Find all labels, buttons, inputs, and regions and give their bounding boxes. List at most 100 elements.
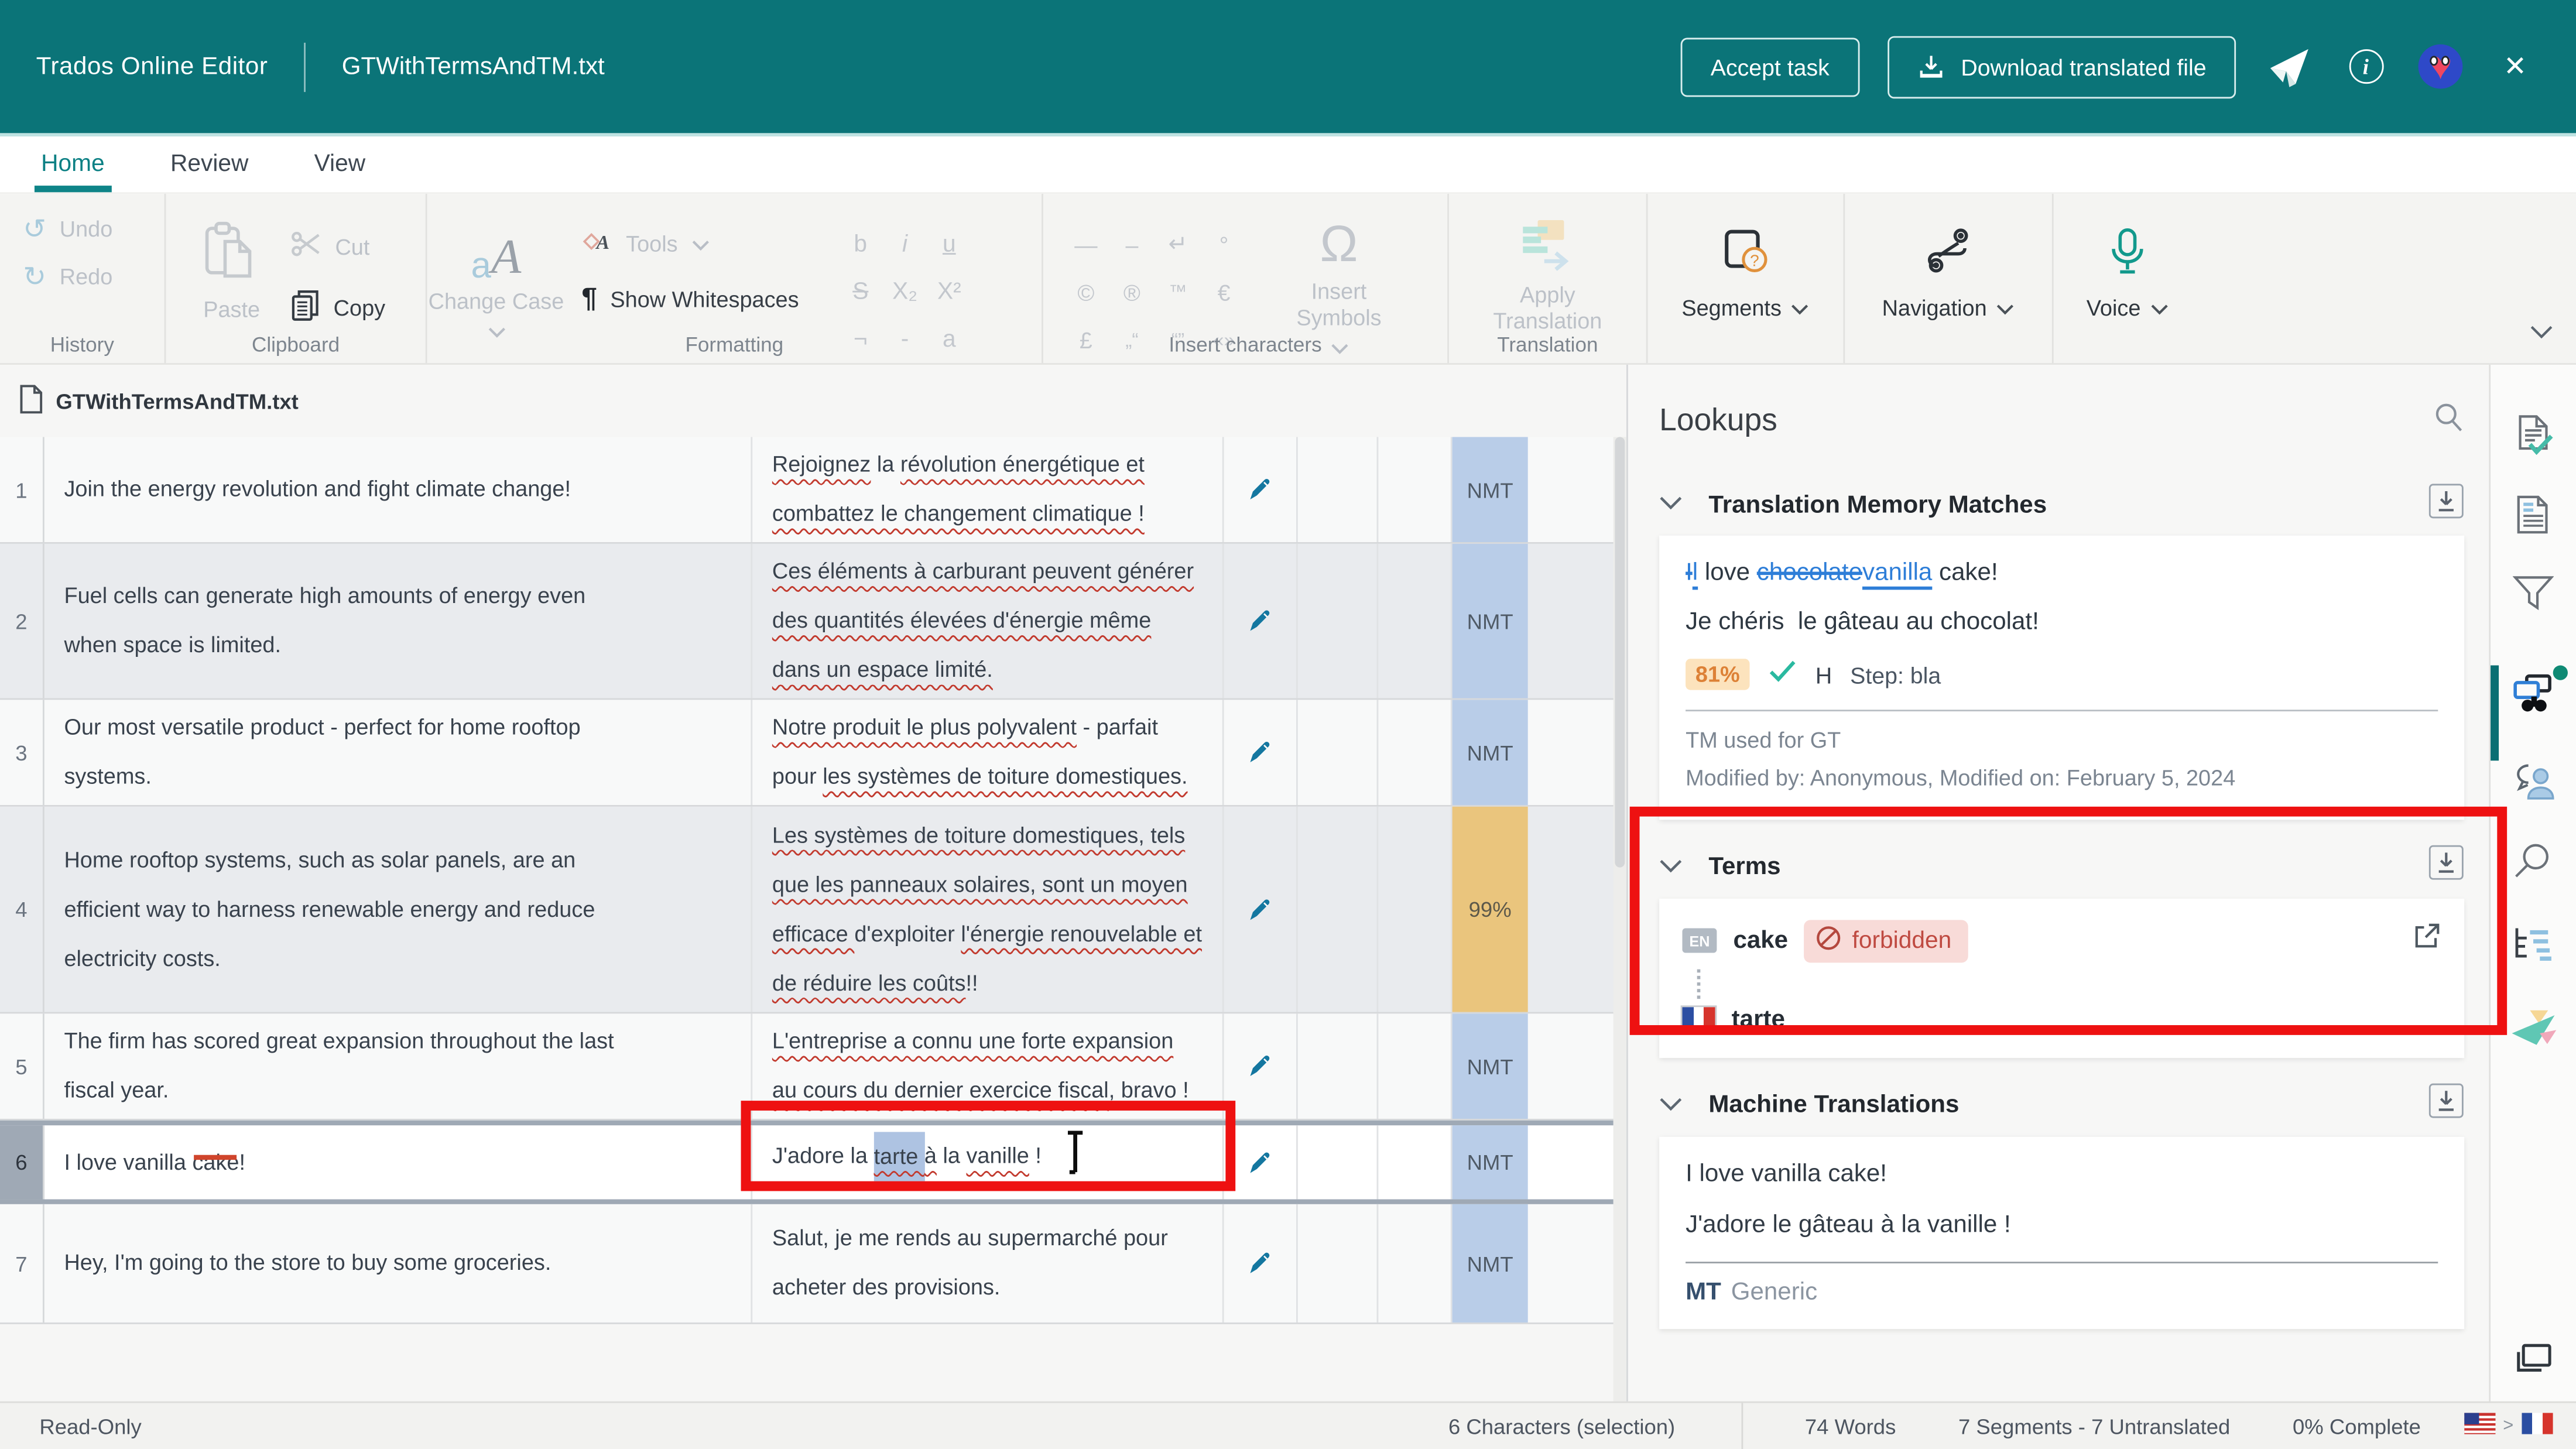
segment-text: Fuel cells can generate high amounts of … bbox=[64, 583, 585, 657]
italic-button: i bbox=[883, 220, 927, 268]
info-icon[interactable]: i bbox=[2341, 42, 2390, 91]
open-file-title: GTWithTermsAndTM.txt bbox=[342, 53, 605, 81]
segment-number[interactable]: 7 bbox=[0, 1204, 44, 1323]
edit-segment-button[interactable] bbox=[1224, 1204, 1298, 1323]
download-translated-file-button[interactable]: Download translated file bbox=[1887, 35, 2236, 98]
segment-number[interactable]: 4 bbox=[0, 807, 44, 1012]
segment-text: la bbox=[871, 452, 900, 477]
svg-text:?: ? bbox=[1751, 252, 1760, 270]
vertical-scrollbar[interactable] bbox=[1614, 437, 1626, 1401]
share-paper-plane-icon[interactable] bbox=[2264, 42, 2313, 91]
target-cell[interactable]: Salut, je me rends au supermarché pour a… bbox=[752, 1204, 1224, 1323]
edit-segment-button[interactable] bbox=[1224, 437, 1298, 542]
chevron-down-icon[interactable] bbox=[1659, 1091, 1682, 1121]
collapse-ribbon-chevron[interactable] bbox=[2530, 317, 2553, 347]
source-cell[interactable]: I love vanilla cake! bbox=[44, 1125, 752, 1199]
user-avatar[interactable]: ♥ bbox=[2419, 44, 2463, 89]
lookups-panel: Lookups Translation Memory Matches Il lo… bbox=[1628, 365, 2489, 1402]
document-structure-icon[interactable] bbox=[2510, 925, 2557, 972]
segment-row-2[interactable]: 2 Fuel cells can generate high amounts of… bbox=[0, 544, 1615, 700]
target-cell[interactable]: Notre produit le plus polyvalent - parfa… bbox=[752, 700, 1224, 805]
scrollbar-thumb[interactable] bbox=[1615, 437, 1625, 867]
open-termbase-icon[interactable] bbox=[2411, 922, 2441, 960]
tab-view[interactable]: View bbox=[314, 136, 365, 192]
tm-section-header[interactable]: Translation Memory Matches bbox=[1659, 481, 2464, 527]
segment-number[interactable]: 3 bbox=[0, 700, 44, 805]
source-cell[interactable]: Home rooftop systems, such as solar pane… bbox=[44, 807, 752, 1012]
edit-segment-button[interactable] bbox=[1224, 544, 1298, 698]
navigation-menu[interactable]: Navigation bbox=[1882, 227, 2015, 363]
file-name: GTWithTermsAndTM.txt bbox=[56, 389, 298, 414]
tools-menu: A Tools bbox=[581, 228, 799, 258]
group-label-clipboard: Clipboard bbox=[166, 334, 425, 357]
segment-number[interactable]: 6 bbox=[0, 1125, 44, 1199]
show-whitespaces-button[interactable]: ¶ Show Whitespaces bbox=[581, 283, 799, 316]
insert-match-icon[interactable] bbox=[2428, 482, 2464, 527]
segment-row-1[interactable]: 1Join the energy revolution and fight cl… bbox=[0, 437, 1615, 543]
segment-row-5[interactable]: 5The firm has scored great expansion thr… bbox=[0, 1013, 1615, 1120]
segment-text: Home rooftop systems, such as solar pane… bbox=[64, 847, 595, 970]
source-cell[interactable]: Join the energy revolution and fight cli… bbox=[44, 437, 752, 542]
suggestions-paper-plane-icon[interactable] bbox=[2509, 1009, 2558, 1056]
match-step: Step: bla bbox=[1850, 661, 1941, 687]
edit-segment-button[interactable] bbox=[1224, 807, 1298, 1012]
edit-segment-button[interactable] bbox=[1224, 1013, 1298, 1119]
segment-number[interactable]: 5 bbox=[0, 1013, 44, 1119]
target-cell[interactable]: L'entreprise a connu une forte expansion… bbox=[752, 1013, 1224, 1119]
target-cell[interactable]: Ces éléments à carburant peuvent générer… bbox=[752, 544, 1224, 698]
svg-text:A: A bbox=[595, 232, 609, 253]
segment-row-4[interactable]: 4Home rooftop systems, such as solar pan… bbox=[0, 807, 1615, 1014]
file-icon bbox=[20, 385, 43, 419]
target-cell[interactable]: Les systèmes de toiture domestiques, tel… bbox=[752, 807, 1224, 1012]
chevron-down-icon[interactable] bbox=[1659, 852, 1682, 882]
tm-lookup-binoculars-icon[interactable] bbox=[2510, 674, 2557, 721]
paste-icon bbox=[204, 220, 259, 292]
confirmed-document-icon[interactable] bbox=[2513, 414, 2553, 463]
source-cell[interactable]: Fuel cells can generate high amounts of … bbox=[44, 544, 752, 698]
group-label-insert-characters: Insert characters bbox=[1043, 334, 1447, 357]
edit-segment-button[interactable] bbox=[1224, 1125, 1298, 1199]
accept-task-button[interactable]: Accept task bbox=[1681, 37, 1859, 96]
close-icon[interactable]: ✕ bbox=[2491, 42, 2540, 91]
segment-row-7[interactable]: 7Hey, I'm going to the store to buy some… bbox=[0, 1204, 1615, 1324]
source-cell[interactable]: Hey, I'm going to the store to buy some … bbox=[44, 1204, 752, 1323]
source-language-badge: EN bbox=[1682, 929, 1717, 953]
segment-row-6[interactable]: 6I love vanilla cake!J'adore la tarte à … bbox=[0, 1121, 1615, 1204]
undo-icon: ↺ bbox=[23, 218, 46, 241]
tab-review[interactable]: Review bbox=[170, 136, 248, 192]
voice-menu[interactable]: Voice bbox=[2087, 227, 2169, 363]
tm-match-card[interactable]: Il love chocolatevanilla cake! Je chéris… bbox=[1659, 536, 2464, 820]
chevron-down-icon[interactable] bbox=[1659, 489, 1682, 519]
document-preview-icon[interactable] bbox=[2513, 495, 2553, 544]
source-cell[interactable]: Our most versatile product - perfect for… bbox=[44, 700, 752, 805]
editor-pane: GTWithTermsAndTM.txt 1Join the energy re… bbox=[0, 365, 1628, 1402]
insert-mt-icon[interactable] bbox=[2428, 1083, 2464, 1128]
segment-row-3[interactable]: 3Our most versatile product - perfect fo… bbox=[0, 700, 1615, 806]
source-cell[interactable]: The firm has scored great expansion thro… bbox=[44, 1013, 752, 1119]
french-flag-icon bbox=[1682, 1008, 1715, 1030]
segment-flag-cell bbox=[1298, 1204, 1379, 1323]
segment-number[interactable]: 1 bbox=[0, 437, 44, 542]
header-divider bbox=[304, 42, 306, 91]
us-flag-icon bbox=[2464, 1413, 2495, 1439]
mt-card[interactable]: I love vanilla cake! J'adore le gâteau à… bbox=[1659, 1136, 2464, 1328]
match-origin: H bbox=[1815, 661, 1832, 687]
target-cell[interactable]: Rejoignez la révolution énergétique et c… bbox=[752, 437, 1224, 542]
terms-card[interactable]: EN cake forbidden bbox=[1659, 899, 2464, 1058]
comments-icon[interactable] bbox=[2510, 762, 2557, 809]
edit-segment-button[interactable] bbox=[1224, 700, 1298, 805]
search-icon[interactable] bbox=[2431, 401, 2464, 442]
ribbon-group-navigation: Navigation bbox=[1845, 194, 2052, 363]
segment-number[interactable]: 2 bbox=[0, 544, 44, 698]
filter-icon[interactable] bbox=[2513, 575, 2554, 619]
segment-end-cell bbox=[1528, 807, 1615, 1012]
segments-menu[interactable]: ? Segments bbox=[1681, 227, 1809, 363]
side-panel-toggle-icon[interactable] bbox=[2513, 1342, 2553, 1383]
concordance-search-icon[interactable] bbox=[2513, 841, 2553, 889]
mt-section-header[interactable]: Machine Translations bbox=[1659, 1083, 2464, 1129]
target-cell[interactable]: J'adore la tarte à la vanille ! bbox=[752, 1125, 1224, 1199]
terms-section-header[interactable]: Terms bbox=[1659, 844, 2464, 890]
tab-home[interactable]: Home bbox=[41, 136, 105, 192]
insert-term-icon[interactable] bbox=[2428, 845, 2464, 889]
copy-button[interactable]: Copy bbox=[291, 289, 385, 327]
